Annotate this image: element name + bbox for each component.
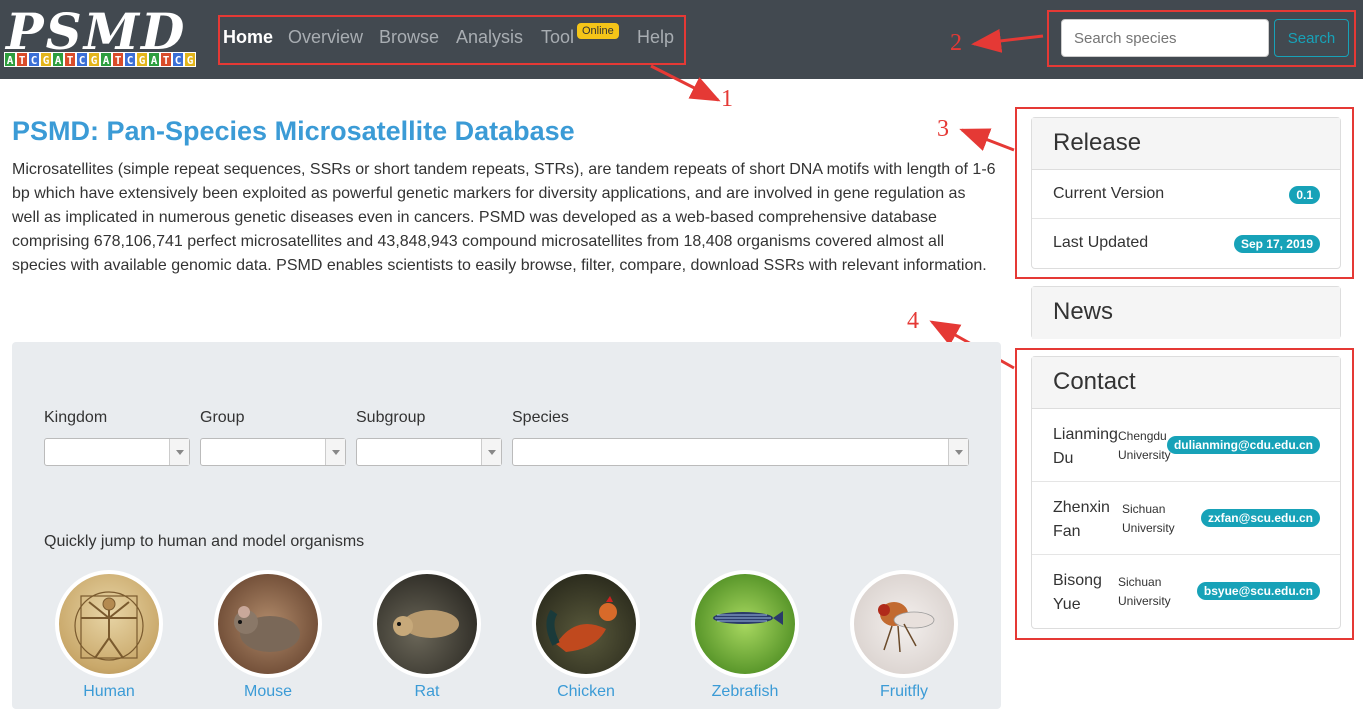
mouse-image bbox=[214, 570, 322, 678]
release-label: Current Version bbox=[1053, 185, 1165, 202]
species-label: Species bbox=[512, 409, 569, 426]
organism-chicken[interactable]: Chicken bbox=[532, 570, 640, 701]
contact-org: Sichuan University bbox=[1118, 575, 1171, 608]
contact-card: Contact Lianming Du Chengdu University d… bbox=[1031, 356, 1341, 629]
subgroup-select[interactable] bbox=[356, 438, 502, 466]
quick-jump-label: Quickly jump to human and model organism… bbox=[44, 533, 365, 550]
fruitfly-image bbox=[850, 570, 958, 678]
contact-name: Bisong Yue bbox=[1053, 572, 1102, 613]
organism-label: Mouse bbox=[243, 683, 293, 700]
version-badge: 0.1 bbox=[1289, 186, 1320, 204]
zebrafish-image bbox=[691, 570, 799, 678]
release-card: Release Current Version 0.1 Last Updated… bbox=[1031, 117, 1341, 269]
news-card[interactable]: News bbox=[1031, 286, 1341, 339]
organism-label: Rat bbox=[414, 683, 440, 700]
arrow-3 bbox=[959, 128, 1015, 152]
organism-human[interactable]: Human bbox=[55, 570, 163, 701]
contact-row: Bisong Yue Sichuan University bsyue@scu.… bbox=[1032, 555, 1340, 628]
species-select[interactable] bbox=[512, 438, 969, 466]
organism-label: Zebrafish bbox=[711, 683, 779, 700]
annotation-4: 4 bbox=[907, 308, 919, 334]
human-image bbox=[55, 570, 163, 678]
group-select[interactable] bbox=[200, 438, 346, 466]
updated-badge: Sep 17, 2019 bbox=[1233, 235, 1320, 253]
contact-row: Lianming Du Chengdu University dulianmin… bbox=[1032, 409, 1340, 482]
chevron-down-icon bbox=[169, 439, 189, 465]
organism-label: Fruitfly bbox=[880, 683, 928, 700]
page-title: PSMD: Pan-Species Microsatellite Databas… bbox=[12, 116, 575, 146]
arrow-1 bbox=[650, 64, 721, 102]
organism-label: Human bbox=[83, 683, 135, 700]
release-label: Last Updated bbox=[1053, 234, 1149, 251]
contact-org: Sichuan University bbox=[1122, 502, 1175, 535]
contact-email[interactable]: bsyue@scu.edu.cn bbox=[1196, 582, 1320, 600]
group-label: Group bbox=[200, 409, 245, 426]
intro-text: Microsatellites (simple repeat sequences… bbox=[12, 161, 996, 274]
organism-rat[interactable]: Rat bbox=[373, 570, 481, 701]
contact-email[interactable]: dulianming@cdu.edu.cn bbox=[1166, 436, 1320, 454]
contact-email[interactable]: zxfan@scu.edu.cn bbox=[1200, 509, 1320, 527]
organism-label: Chicken bbox=[557, 683, 615, 700]
news-title: News bbox=[1032, 287, 1340, 339]
contact-name: Lianming Du bbox=[1053, 426, 1118, 467]
rat-image bbox=[373, 570, 481, 678]
release-row-updated: Last Updated Sep 17, 2019 bbox=[1032, 219, 1340, 268]
organism-zebrafish[interactable]: Zebrafish bbox=[691, 570, 799, 701]
organism-fruitfly[interactable]: Fruitfly bbox=[850, 570, 958, 701]
release-row-version: Current Version 0.1 bbox=[1032, 170, 1340, 219]
contact-row: Zhenxin Fan Sichuan University zxfan@scu… bbox=[1032, 482, 1340, 555]
contact-title: Contact bbox=[1032, 357, 1340, 409]
arrow-2 bbox=[971, 28, 1044, 53]
kingdom-label: Kingdom bbox=[44, 409, 108, 426]
kingdom-select[interactable] bbox=[44, 438, 190, 466]
subgroup-label: Subgroup bbox=[356, 409, 426, 426]
annotation-1: 1 bbox=[721, 86, 733, 112]
chevron-down-icon bbox=[948, 439, 968, 465]
chevron-down-icon bbox=[481, 439, 501, 465]
annotation-2: 2 bbox=[950, 30, 962, 56]
contact-name: Zhenxin Fan bbox=[1053, 499, 1110, 540]
annotation-3: 3 bbox=[937, 116, 949, 142]
chevron-down-icon bbox=[325, 439, 345, 465]
chicken-image bbox=[532, 570, 640, 678]
release-title: Release bbox=[1032, 118, 1340, 170]
organism-mouse[interactable]: Mouse bbox=[214, 570, 322, 701]
